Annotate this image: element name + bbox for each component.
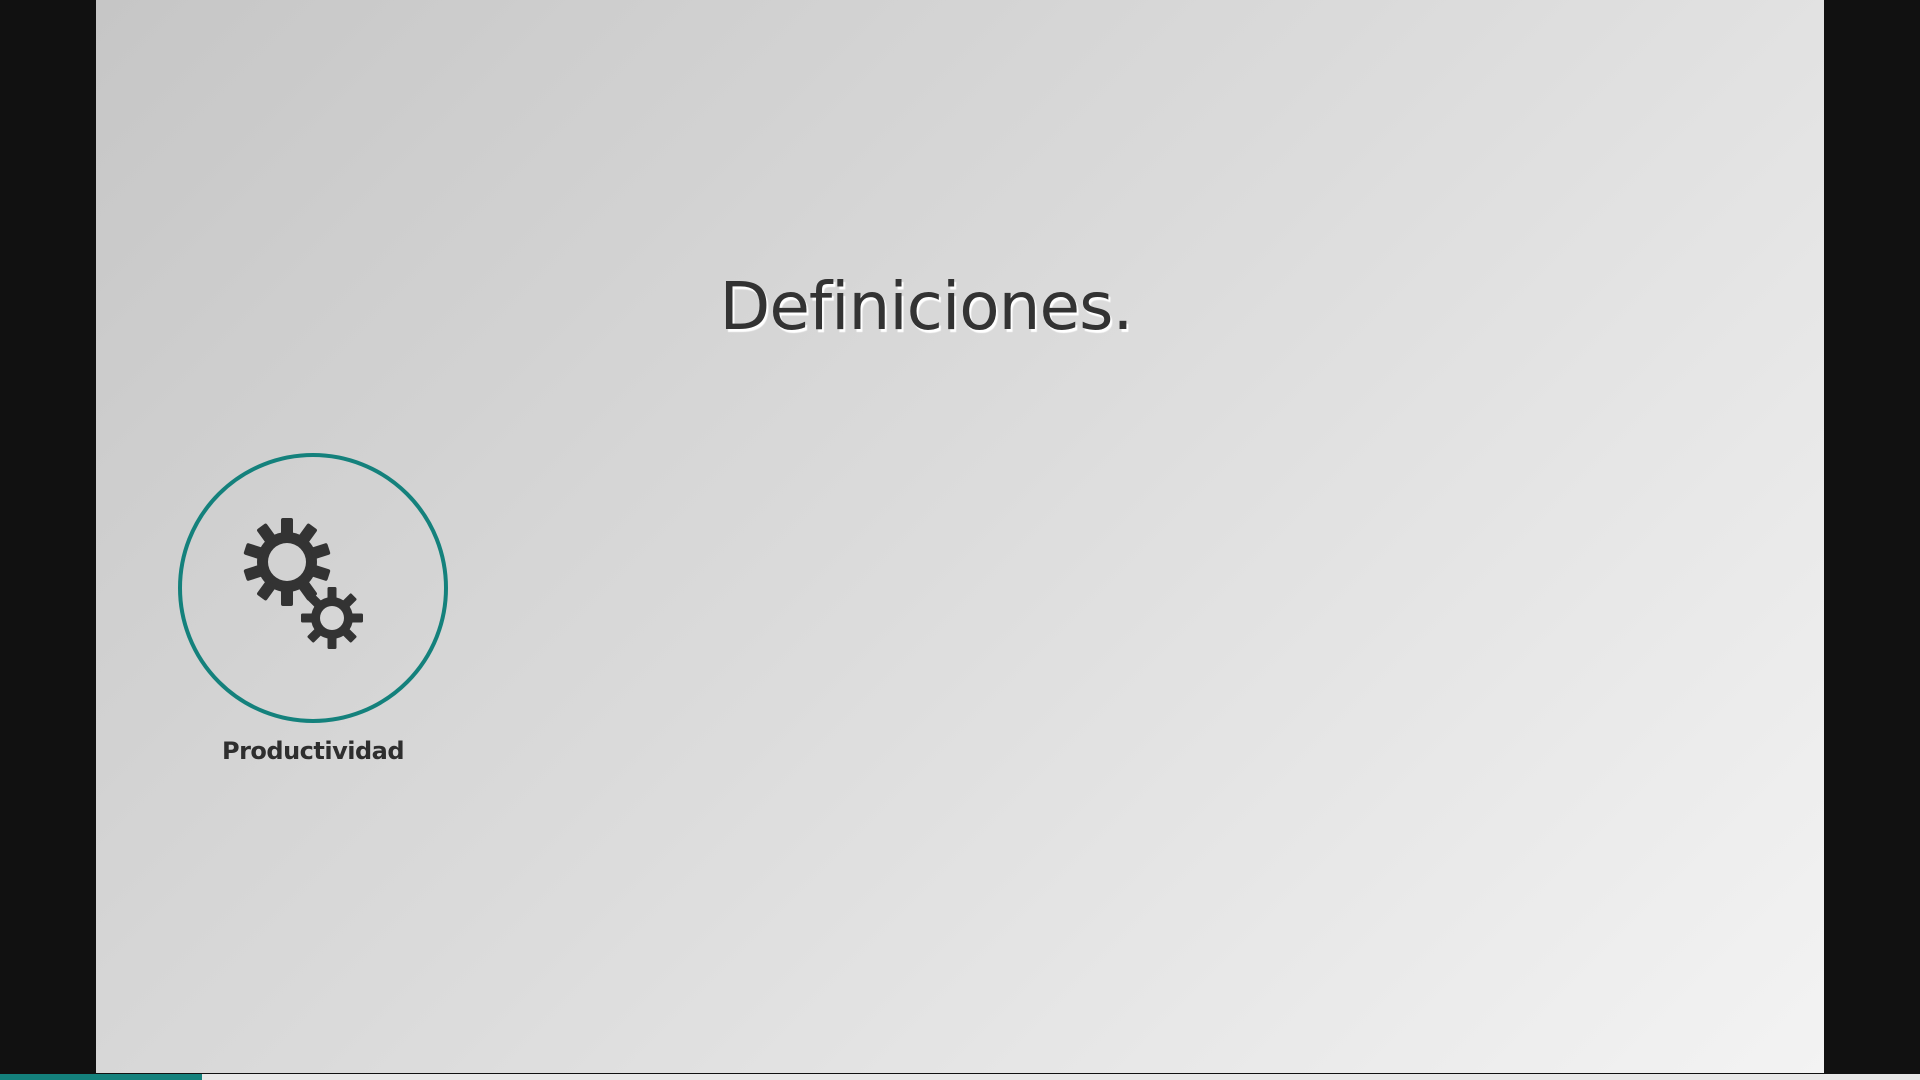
concept-label: Productividad — [221, 737, 405, 765]
gears-icon — [243, 518, 363, 649]
concept-item-productividad: Productividad — [178, 453, 448, 783]
progress-fill — [0, 1074, 202, 1080]
slide-title: Definiciones. — [719, 268, 1134, 345]
presentation-progress-bar — [0, 1074, 1920, 1080]
slide[interactable]: Definiciones. Productividad — [96, 0, 1824, 1073]
presentation-viewport: Definiciones. Productividad — [0, 0, 1920, 1080]
